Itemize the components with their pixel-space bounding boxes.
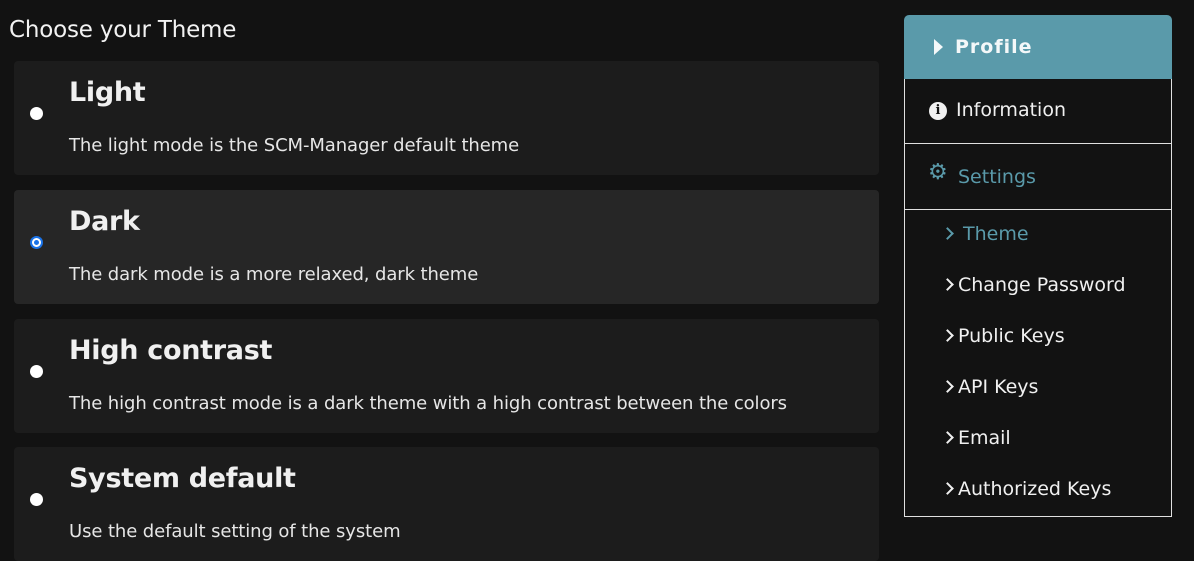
radio-dark[interactable] bbox=[30, 236, 43, 249]
theme-option-light[interactable]: Light The light mode is the SCM-Manager … bbox=[14, 61, 879, 175]
chevron-right-icon bbox=[941, 329, 954, 342]
sidebar-subitem-authorized-keys[interactable]: Authorized Keys bbox=[905, 465, 1171, 516]
sidebar-subitem-label: Theme bbox=[963, 223, 1029, 245]
sidebar-subitem-theme[interactable]: Theme bbox=[905, 210, 1171, 261]
settings-submenu: Theme Change Password Public Keys API Ke… bbox=[905, 210, 1171, 516]
theme-option-description: The dark mode is a more relaxed, dark th… bbox=[69, 264, 479, 285]
theme-option-description: The high contrast mode is a dark theme w… bbox=[69, 393, 787, 414]
theme-settings-page: Choose your Theme Light The light mode i… bbox=[0, 0, 1194, 561]
sidebar-subitem-label: Public Keys bbox=[958, 325, 1065, 347]
theme-option-title: System default bbox=[69, 463, 296, 494]
sidebar-item-information[interactable]: i Information bbox=[905, 79, 1171, 144]
chevron-right-icon bbox=[941, 278, 954, 291]
theme-option-description: The light mode is the SCM-Manager defaul… bbox=[69, 135, 520, 156]
chevron-right-icon bbox=[941, 380, 954, 393]
theme-option-system-default[interactable]: System default Use the default setting o… bbox=[14, 447, 879, 561]
chevron-right-icon bbox=[941, 482, 954, 495]
radio-system-default[interactable] bbox=[30, 493, 43, 506]
chevron-right-icon bbox=[941, 227, 954, 240]
sidebar-menu: i Information ⚙ Settings Theme Change Pa… bbox=[904, 79, 1172, 517]
sidebar-subitem-label: Change Password bbox=[958, 274, 1126, 296]
sidebar-header-profile[interactable]: Profile bbox=[904, 15, 1172, 79]
radio-light[interactable] bbox=[30, 107, 43, 120]
theme-option-high-contrast[interactable]: High contrast The high contrast mode is … bbox=[14, 319, 879, 433]
sidebar-subitem-label: Authorized Keys bbox=[958, 478, 1112, 500]
sidebar-subitem-email[interactable]: Email bbox=[905, 414, 1171, 465]
profile-sidebar: Profile i Information ⚙ Settings Theme C… bbox=[904, 15, 1172, 517]
theme-option-title: High contrast bbox=[69, 335, 273, 366]
sidebar-subitem-label: Email bbox=[958, 427, 1011, 449]
sidebar-item-label: Information bbox=[956, 99, 1066, 121]
gear-icon: ⚙ bbox=[928, 160, 948, 185]
sidebar-subitem-change-password[interactable]: Change Password bbox=[905, 261, 1171, 312]
sidebar-item-label: Settings bbox=[958, 166, 1036, 188]
sidebar-item-settings[interactable]: ⚙ Settings bbox=[905, 144, 1171, 210]
sidebar-subitem-public-keys[interactable]: Public Keys bbox=[905, 312, 1171, 363]
theme-option-title: Light bbox=[69, 77, 146, 108]
theme-option-description: Use the default setting of the system bbox=[69, 521, 401, 542]
sidebar-subitem-api-keys[interactable]: API Keys bbox=[905, 363, 1171, 414]
caret-right-icon bbox=[934, 39, 943, 55]
sidebar-subitem-label: API Keys bbox=[958, 376, 1039, 398]
sidebar-header-label: Profile bbox=[955, 36, 1033, 58]
info-circle-icon: i bbox=[929, 102, 947, 120]
theme-option-title: Dark bbox=[69, 206, 140, 237]
radio-high-contrast[interactable] bbox=[30, 365, 43, 378]
theme-option-dark[interactable]: Dark The dark mode is a more relaxed, da… bbox=[14, 190, 879, 304]
page-title: Choose your Theme bbox=[9, 17, 237, 43]
chevron-right-icon bbox=[941, 431, 954, 444]
